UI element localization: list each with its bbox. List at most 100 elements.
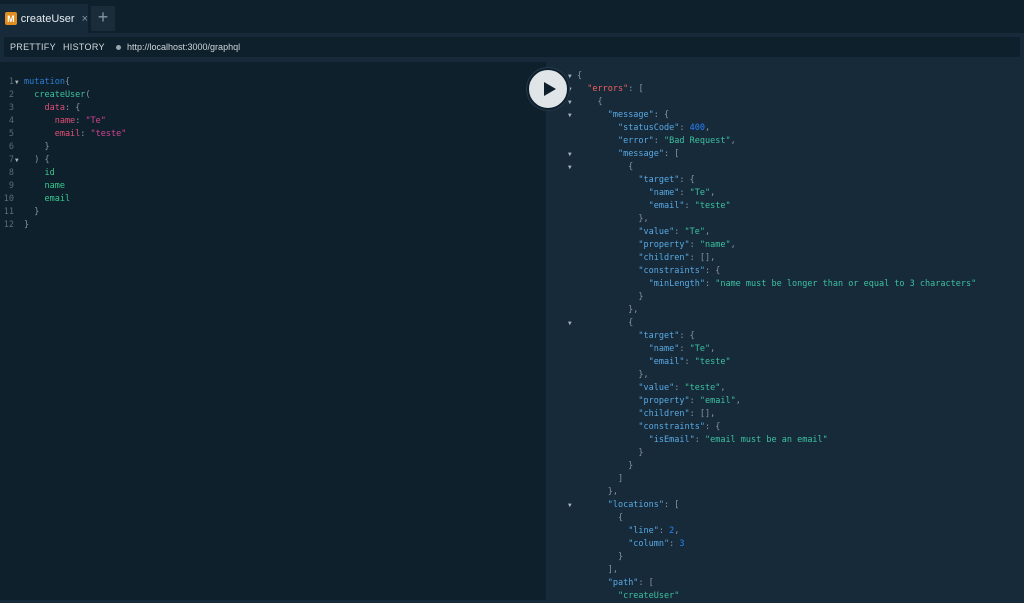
code-token: } (577, 448, 644, 458)
fold-arrow-icon[interactable]: ▼ (568, 499, 572, 512)
line-text: "target": { (577, 174, 694, 187)
fold-arrow-icon[interactable]: ▼ (15, 154, 19, 167)
line-text: "constraints": { (577, 421, 720, 434)
line-text: { (577, 161, 633, 174)
query-editor[interactable]: 1 ▼ mutation{2 createUser(3 data: {4 name:… (0, 62, 546, 600)
fold-arrow-icon[interactable]: ▼ (568, 148, 572, 161)
code-token: : [ (664, 500, 680, 510)
fold-arrow-icon[interactable]: ▼ (568, 161, 572, 174)
code-token: : [], (689, 253, 716, 263)
code-token: email (24, 129, 81, 139)
code-token: "property" (638, 396, 690, 406)
code-token: }, (577, 370, 649, 380)
code-token: "Te" (684, 227, 705, 237)
fold-arrow-icon[interactable]: ▼ (568, 70, 572, 83)
endpoint-url-input[interactable]: http://localhost:3000/graphql (110, 37, 1020, 57)
code-token: : { (64, 103, 81, 113)
code-token: , (704, 227, 711, 237)
code-token: : { (704, 422, 721, 432)
code-token: { (577, 71, 583, 81)
line-number: 6 (8, 142, 14, 152)
add-tab-button[interactable]: + (91, 6, 115, 31)
code-token: : (679, 123, 690, 133)
line-text: "createUser" (577, 590, 679, 603)
code-token: "name" (648, 344, 680, 354)
line-text: "children": [], (577, 252, 715, 265)
line-text: "value": "teste", (577, 382, 725, 395)
line-number: 2 (8, 90, 14, 100)
code-token: , (730, 240, 736, 250)
code-token: "teste" (90, 129, 127, 139)
code-token: { (577, 513, 624, 523)
code-token: } (577, 461, 634, 471)
line-number: 1 (8, 77, 14, 87)
code-token: : (75, 116, 86, 126)
close-icon[interactable]: × (82, 13, 88, 25)
line-number: 8 (8, 168, 14, 178)
code-token: "minLength" (648, 279, 705, 289)
code-token: 400 (689, 123, 705, 133)
code-token: }, (577, 305, 639, 315)
line-text: "path": [ (577, 577, 654, 590)
code-token: , (710, 344, 716, 354)
code-token: "line" (628, 526, 659, 536)
code-token: : (669, 539, 680, 549)
code-token: }, (577, 214, 649, 224)
code-token: : (658, 526, 670, 536)
line-text: mutation{ (24, 76, 70, 89)
code-token: : (679, 188, 690, 198)
code-token: } (24, 220, 30, 230)
tab-bar: M createUser × + (0, 0, 1024, 33)
fold-arrow-icon[interactable]: ▼ (15, 76, 19, 89)
fold-arrow-icon[interactable]: ▼ (568, 109, 572, 122)
line-text: data: { (24, 102, 80, 115)
code-token: , (704, 123, 711, 133)
execute-query-button[interactable] (527, 68, 569, 110)
code-token: "value" (638, 383, 675, 393)
code-token: : [ (638, 578, 654, 588)
code-token: "Te" (85, 116, 106, 126)
line-number: 3 (8, 103, 14, 113)
line-number: 4 (8, 116, 14, 126)
tab-createuser[interactable]: M createUser × (0, 4, 88, 33)
line-text: } (577, 291, 643, 304)
code-token: } (24, 207, 40, 217)
code-token: "Te" (689, 344, 711, 354)
code-token: : (80, 129, 91, 139)
line-text: "locations": [ (577, 499, 680, 512)
history-button[interactable]: HISTORY (57, 37, 111, 57)
code-token: "error" (617, 136, 654, 146)
code-token: : [ (664, 149, 680, 159)
code-token: { (577, 97, 603, 107)
code-token: , (674, 526, 680, 536)
code-token: mutation (24, 77, 65, 87)
line-text: "target": { (577, 330, 694, 343)
code-token: 3 (679, 539, 685, 549)
line-text: } (577, 551, 623, 564)
code-token: ] (577, 474, 624, 484)
prettify-button[interactable]: PRETTIFY (4, 37, 62, 57)
line-text: { (577, 512, 623, 525)
line-text: createUser( (24, 89, 90, 102)
code-token: "message" (607, 110, 654, 120)
code-token: "teste" (694, 201, 731, 211)
line-number: 7 (8, 155, 14, 165)
fold-arrow-icon[interactable]: ▼ (568, 317, 572, 330)
line-text: "isEmail": "email must be an email" (577, 434, 828, 447)
code-token: , (735, 396, 741, 406)
line-number: 10 (3, 194, 14, 204)
line-text: email (24, 193, 70, 206)
line-number: 5 (8, 129, 14, 139)
fold-arrow-icon[interactable]: ▼ (568, 96, 572, 109)
